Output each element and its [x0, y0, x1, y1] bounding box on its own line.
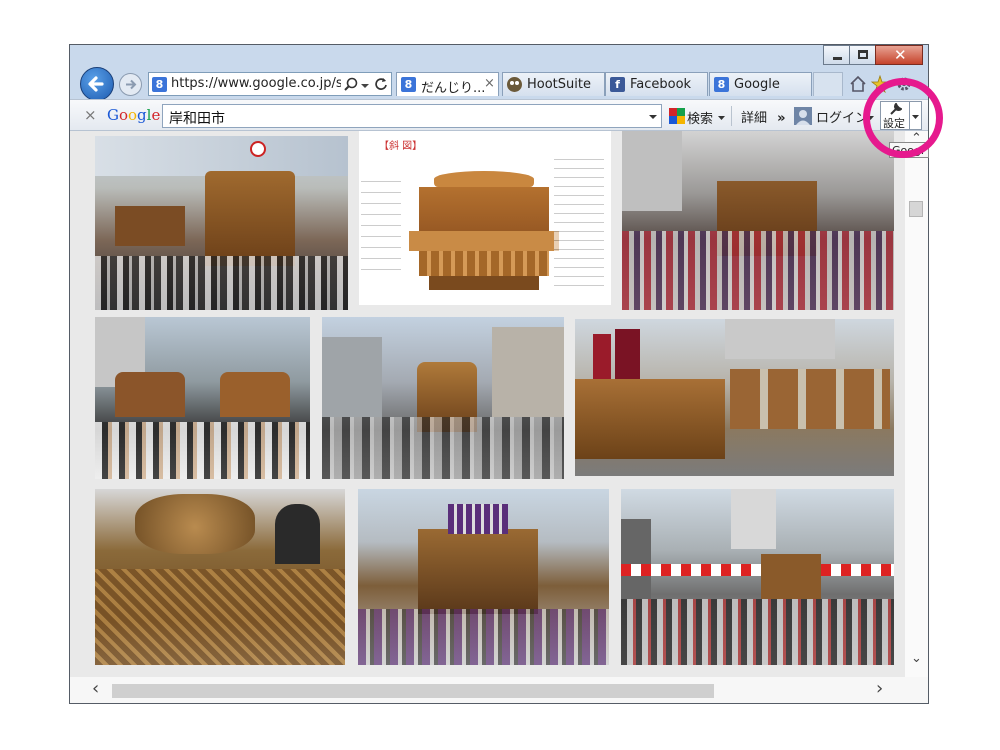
back-arrow-icon [88, 76, 104, 92]
scroll-left-icon[interactable]: ‹ [92, 678, 99, 699]
tab-label: Facebook [630, 77, 692, 92]
google-logo-letter: o [118, 106, 129, 124]
minimize-button[interactable] [823, 45, 850, 65]
new-tab-button[interactable] [813, 72, 843, 96]
highlight-circle [863, 78, 943, 158]
tab-label: HootSuite [527, 77, 591, 92]
address-bar[interactable]: 8 https://www.google.co.jp/se [148, 72, 392, 96]
maximize-button[interactable] [849, 45, 876, 65]
toolbar-separator [731, 106, 732, 126]
image-result[interactable]: 【斜 図】 [359, 131, 611, 305]
facebook-favicon-icon: f [610, 77, 625, 92]
tab-google[interactable]: 8 Google [709, 72, 812, 96]
dropdown-arrow-icon[interactable] [718, 114, 725, 121]
close-window-button[interactable]: ✕ [875, 45, 923, 65]
user-avatar-icon [794, 107, 812, 125]
back-button[interactable] [80, 67, 114, 101]
refresh-icon[interactable] [374, 77, 388, 91]
more-arrows-icon: » [777, 111, 786, 126]
image-results-grid: 【斜 図】 [70, 131, 928, 677]
google-g-icon [669, 108, 685, 124]
search-icon[interactable] [344, 77, 358, 91]
google-logo-letter: g [137, 106, 147, 124]
image-result[interactable] [95, 136, 348, 310]
dropdown-arrow-icon[interactable] [649, 113, 657, 121]
image-result[interactable] [622, 131, 894, 310]
toolbar-close-icon[interactable]: × [84, 106, 97, 124]
home-icon[interactable] [849, 75, 867, 93]
image-result[interactable] [322, 317, 564, 479]
more-button[interactable]: 詳細 » [741, 107, 786, 126]
google-logo-letter: o [128, 106, 138, 124]
image-result[interactable] [358, 489, 609, 665]
tab-facebook[interactable]: f Facebook [605, 72, 708, 96]
google-favicon-icon: 8 [401, 77, 416, 92]
google-logo-letter: e [151, 106, 161, 124]
dropdown-arrow-icon[interactable] [361, 82, 369, 90]
forward-button[interactable] [119, 73, 142, 96]
vertical-scroll-thumb[interactable] [909, 201, 923, 217]
browser-window: ✕ 8 https://www.google.co.jp/se 8 だんじり..… [69, 44, 929, 704]
image-result[interactable] [95, 489, 345, 665]
google-search-button[interactable]: 検索 [667, 104, 727, 128]
tab-label: Google [734, 77, 780, 92]
tab-danjiri[interactable]: 8 だんじり... × [396, 72, 499, 96]
image-result[interactable] [95, 317, 310, 479]
tab-close-icon[interactable]: × [484, 76, 495, 91]
search-query[interactable]: 岸和田市 [169, 108, 225, 128]
google-favicon-icon: 8 [152, 77, 167, 92]
tab-label: だんじり... [421, 81, 486, 96]
forward-arrow-icon [126, 79, 137, 90]
login-label: ログイン [816, 111, 864, 126]
scroll-right-icon[interactable]: › [876, 678, 883, 699]
close-icon: ✕ [894, 46, 907, 64]
google-logo: Google [107, 106, 160, 124]
google-logo-letter: G [107, 106, 119, 124]
google-favicon-icon: 8 [714, 77, 729, 92]
search-button-label: 検索 [687, 112, 714, 127]
horizontal-scroll-thumb[interactable] [112, 684, 714, 698]
horizontal-scrollbar[interactable]: ‹ › [70, 677, 928, 703]
login-button[interactable]: ログイン [792, 104, 874, 128]
address-url[interactable]: https://www.google.co.jp/se [171, 76, 341, 91]
scroll-down-icon[interactable]: ⌄ [911, 651, 922, 666]
hootsuite-owl-icon [507, 77, 522, 92]
more-label: 詳細 [741, 111, 768, 126]
tab-hootsuite[interactable]: HootSuite [502, 72, 605, 96]
image-result[interactable] [621, 489, 894, 665]
image-result[interactable] [575, 319, 894, 476]
vertical-scrollbar[interactable]: ⌃ ⌄ [905, 131, 928, 677]
google-search-box[interactable]: 岸和田市 [162, 104, 662, 128]
google-toolbar: × Google 岸和田市 検索 詳細 » ログイン 設定 [70, 99, 928, 131]
